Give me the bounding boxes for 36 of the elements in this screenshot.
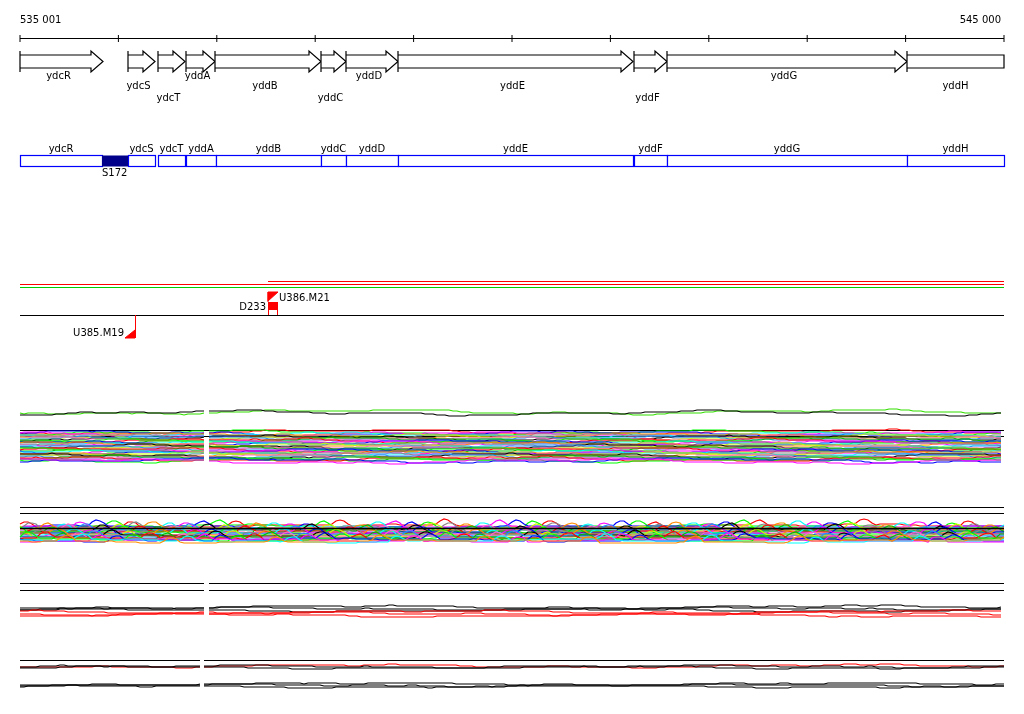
position-label: 535 001 [20,14,62,25]
marker-label: U385.M19 [73,327,124,338]
gene-label: yddE [503,143,528,154]
gene-label: yddE [500,80,525,91]
gene-label: yddF [638,143,663,154]
gene-label: yddA [184,70,211,81]
gene-box [157,154,187,168]
gene-arrow [127,49,156,74]
gene-label: ydcS [126,80,151,91]
gene-label: yddB [255,143,282,154]
gene-label: yddC [317,92,344,103]
gene-label: yddB [252,80,278,91]
gene-label: yddG [773,143,801,154]
position-label: 545 000 [959,14,1001,25]
gene-label: yddD [358,143,386,154]
gene-label: yddH [942,143,969,154]
gene-label: yddF [635,92,660,103]
gene-box [127,154,157,168]
gene-label: ydcT [159,143,184,154]
gene-arrow [157,49,186,74]
gene-label: ydcT [156,92,181,103]
gene-label: yddH [942,80,969,91]
gene-label: ydcR [46,70,71,81]
marker-pin [124,314,136,339]
marker-flag [267,291,279,303]
gene-label: yddD [355,70,383,81]
marker-label: U386.M21 [279,292,330,303]
gene-label: yddC [320,143,347,154]
feature-block [102,155,128,167]
feature-label: S172 [102,167,128,178]
gene-label: yddA [188,143,214,154]
gene-label: yddG [770,70,798,81]
gene-label: ydcS [129,143,154,154]
gene-label: ydcR [48,143,74,154]
marker-block [268,301,278,316]
marker-label: D233 [239,301,266,312]
